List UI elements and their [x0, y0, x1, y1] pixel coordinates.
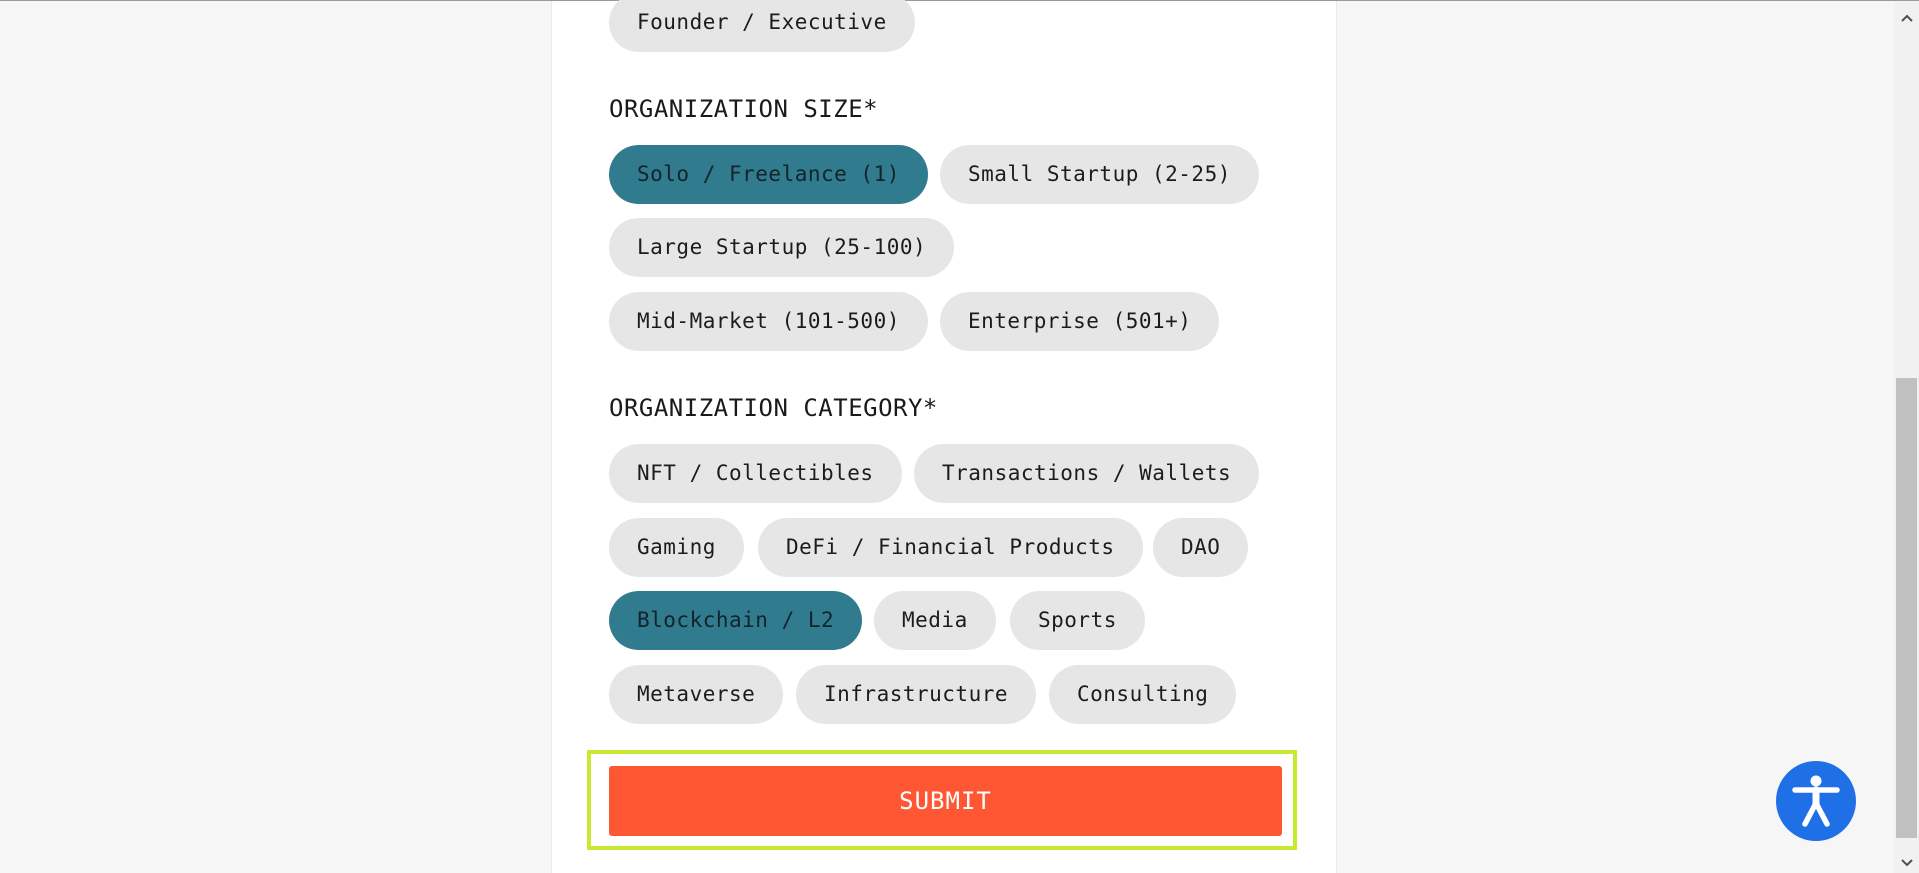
- accessibility-button[interactable]: [1776, 761, 1856, 841]
- chevron-up-icon: [1900, 14, 1913, 22]
- org-size-option-mid-market[interactable]: Mid-Market (101-500): [609, 292, 928, 351]
- page: Founder / Executive ORGANIZATION SIZE* S…: [0, 0, 1919, 873]
- org-size-option-solo-freelance[interactable]: Solo / Freelance (1): [609, 145, 928, 204]
- scroll-down-button[interactable]: [1894, 852, 1919, 873]
- org-size-option-small-startup[interactable]: Small Startup (2-25): [940, 145, 1259, 204]
- org-category-option-transactions-wallets[interactable]: Transactions / Wallets: [914, 444, 1260, 503]
- organization-category-label: ORGANIZATION CATEGORY*: [609, 394, 938, 422]
- org-category-option-infrastructure[interactable]: Infrastructure: [796, 665, 1037, 724]
- role-option-founder-executive[interactable]: Founder / Executive: [609, 0, 915, 52]
- vertical-scrollbar[interactable]: [1894, 1, 1919, 873]
- accessibility-person-icon: [1792, 775, 1840, 827]
- org-size-option-enterprise[interactable]: Enterprise (501+): [940, 292, 1220, 351]
- signup-form-card: Founder / Executive ORGANIZATION SIZE* S…: [551, 0, 1337, 873]
- org-size-option-large-startup[interactable]: Large Startup (25-100): [609, 218, 955, 277]
- organization-size-label: ORGANIZATION SIZE*: [609, 95, 879, 123]
- org-category-option-consulting[interactable]: Consulting: [1049, 665, 1237, 724]
- submit-button[interactable]: SUBMIT: [609, 766, 1282, 836]
- org-category-option-metaverse[interactable]: Metaverse: [609, 665, 784, 724]
- org-category-option-sports[interactable]: Sports: [1010, 591, 1145, 650]
- org-category-option-dao[interactable]: DAO: [1153, 518, 1249, 577]
- chevron-down-icon: [1900, 859, 1913, 867]
- org-category-option-blockchain-l2[interactable]: Blockchain / L2: [609, 591, 863, 650]
- org-category-option-media[interactable]: Media: [874, 591, 996, 650]
- org-category-option-defi-financial-products[interactable]: DeFi / Financial Products: [758, 518, 1143, 577]
- scroll-up-button[interactable]: [1894, 7, 1919, 29]
- scrollbar-thumb[interactable]: [1896, 378, 1917, 838]
- org-category-option-nft-collectibles[interactable]: NFT / Collectibles: [609, 444, 902, 503]
- org-category-option-gaming[interactable]: Gaming: [609, 518, 744, 577]
